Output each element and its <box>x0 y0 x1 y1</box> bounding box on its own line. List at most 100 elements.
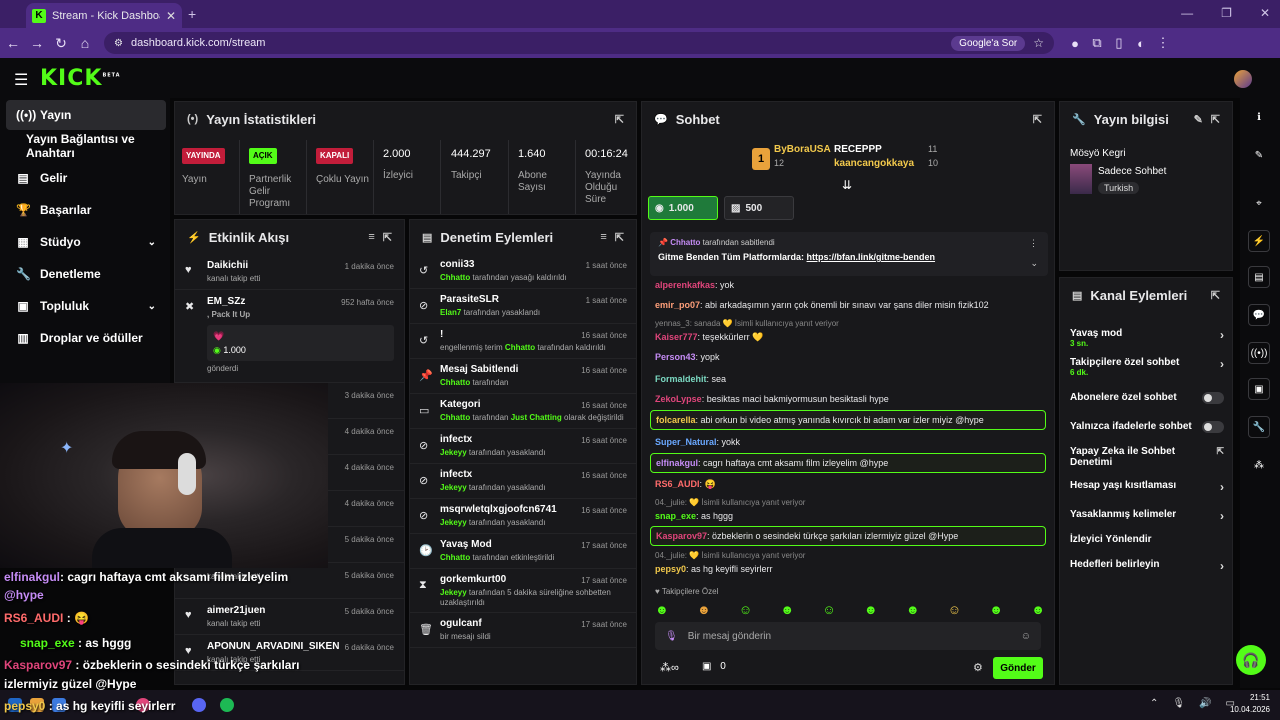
hamburger-menu-icon[interactable]: ☰ <box>14 70 28 90</box>
popout-icon[interactable]: ⇱ <box>615 113 624 126</box>
sidebar: ((•)) Yayın Yayın Bağlantısı ve Anahtarı … <box>0 98 170 388</box>
emote-icon[interactable]: ☻ <box>697 602 711 617</box>
chevron-right-icon: › <box>1220 357 1224 371</box>
menu-dots-icon[interactable]: ⋮ <box>1152 35 1174 51</box>
chevron-down-icon[interactable]: ⌄ <box>1030 258 1038 269</box>
actions-rail-icon[interactable]: ▣ <box>1248 378 1270 400</box>
info-icon[interactable]: ℹ <box>1248 106 1270 128</box>
emote-icon[interactable]: ☺ <box>822 602 835 617</box>
popout-icon[interactable]: ⇱ <box>1211 113 1220 126</box>
broadcast-rail-icon[interactable]: ((•)) <box>1248 342 1270 364</box>
spotify-taskbar-icon[interactable] <box>220 698 234 712</box>
google-search-button[interactable]: Google'a Sor <box>951 35 1026 51</box>
split-icon[interactable]: ▯ <box>1108 35 1130 51</box>
gift-pill-1000[interactable]: ◉ 1.000 <box>648 196 718 220</box>
mic-icon[interactable]: 🎙 <box>665 631 678 642</box>
back-icon[interactable]: ← <box>2 35 24 51</box>
system-clock[interactable]: 21:51 10.04.2026 <box>1230 692 1270 716</box>
chat-rail-icon[interactable]: 💬 <box>1248 304 1270 326</box>
popout-icon[interactable]: ⇱ <box>383 231 392 244</box>
minimize-icon[interactable]: — <box>1181 6 1193 20</box>
sidebar-item-stream-key[interactable]: Yayın Bağlantısı ve Anahtarı <box>6 131 166 161</box>
user-avatar[interactable] <box>1234 70 1252 88</box>
kicks-counter[interactable]: ▣ 0 <box>702 661 726 672</box>
top-gifter-1[interactable]: ByBoraUSA <box>774 144 831 155</box>
emote-icon[interactable]: ☻ <box>864 602 878 617</box>
kick-logo[interactable]: KICKBETA <box>40 66 121 91</box>
chat-panel: 💬 Sohbet ⇱ 1 ByBoraUSA 12 RECEPPP 11 kaanc… <box>641 101 1055 685</box>
chevron-up-icon[interactable]: ⌃ <box>1150 698 1158 709</box>
new-tab-icon[interactable]: + <box>188 6 196 22</box>
pinned-link[interactable]: https://bfan.link/gitme-benden <box>807 252 936 262</box>
stat-live: YAYINDA Yayın <box>182 148 242 186</box>
emote-icon[interactable]: ☻ <box>1031 602 1045 617</box>
speaker-icon[interactable]: 🔊 <box>1199 698 1211 709</box>
sidebar-item-yayin[interactable]: ((•)) Yayın <box>6 100 166 130</box>
close-window-icon[interactable]: ✕ <box>1260 6 1270 20</box>
link-icon[interactable]: ⁂∞ <box>660 661 679 674</box>
filter-icon[interactable]: ≡ <box>600 231 606 243</box>
kick-favicon-icon: K <box>32 8 46 23</box>
edit-icon[interactable]: ✎ <box>1248 144 1270 166</box>
maximize-icon[interactable]: ❐ <box>1221 6 1232 20</box>
mic-icon[interactable]: 🎙 <box>1172 698 1185 709</box>
reload-icon[interactable]: ↻ <box>50 35 72 52</box>
sidebar-item-droplar[interactable]: ▥ Droplar ve ödüller <box>6 323 166 353</box>
popout-icon[interactable]: ⇱ <box>1033 113 1042 126</box>
account-age-row[interactable]: Hesap yaşı kısıtlaması › <box>1070 480 1226 494</box>
emote-icon[interactable]: ☺ <box>948 602 961 617</box>
activity-rail-icon[interactable]: ⚡ <box>1248 230 1270 252</box>
gift-pill-500[interactable]: ▨ 500 <box>724 196 794 220</box>
filter-icon[interactable]: ≡ <box>368 231 374 243</box>
send-button[interactable]: Gönder <box>993 657 1043 679</box>
goals-row[interactable]: Hedefleri belirleyin › <box>1070 559 1226 573</box>
emote-icon[interactable]: ☻ <box>655 602 669 617</box>
expand-icon[interactable]: ⇊ <box>842 178 852 192</box>
site-info-icon[interactable]: ⚙ <box>114 38 123 49</box>
popout-icon[interactable]: ⇱ <box>615 231 624 244</box>
mod-time: 16 saat önce <box>581 331 627 340</box>
chat-message: Formaldehit: sea <box>655 374 727 384</box>
emote-only-toggle[interactable] <box>1202 421 1224 433</box>
more-options-icon[interactable]: ⋮ <box>1029 238 1038 249</box>
support-headset-icon[interactable]: 🎧 <box>1236 645 1266 675</box>
sidebar-item-studyo[interactable]: ▦ Stüdyo ⌄ <box>6 227 166 257</box>
emote-icon[interactable]: ☻ <box>780 602 794 617</box>
banned-words-row[interactable]: Yasaklanmış kelimeler › <box>1070 509 1226 523</box>
sidebar-item-gelir[interactable]: ▤ Gelir <box>6 163 166 193</box>
top-gifter-2[interactable]: RECEPPP <box>834 144 882 155</box>
category-name[interactable]: Sadece Sohbet <box>1098 166 1166 177</box>
emoji-icon[interactable]: ☺ <box>1021 631 1031 642</box>
followers-only-row[interactable]: Takipçilere özel sohbet 6 dk. › <box>1070 357 1226 377</box>
raid-row[interactable]: İzleyici Yönlendir <box>1070 534 1226 545</box>
chat-input[interactable]: 🎙 Bir mesaj gönderin ☺ <box>655 622 1041 650</box>
settings-gear-icon[interactable]: ⚙ <box>973 661 983 674</box>
slow-mode-row[interactable]: Yavaş mod 3 sn. › <box>1070 328 1226 348</box>
share-icon[interactable]: ⁂ <box>1248 454 1270 476</box>
forward-icon[interactable]: → <box>26 35 48 51</box>
sidebar-item-topluluk[interactable]: ▣ Topluluk ⌄ <box>6 291 166 321</box>
ai-moderation-row[interactable]: Yapay Zeka ile Sohbet Denetimi ⇱ <box>1070 446 1224 468</box>
edit-icon[interactable]: ✎ <box>1194 113 1203 126</box>
profile-icon[interactable]: ◐ <box>1130 36 1152 51</box>
home-icon[interactable]: ⌂ <box>74 35 96 51</box>
popout-icon[interactable]: ⇱ <box>1211 289 1220 302</box>
extension-icon[interactable]: ● <box>1064 36 1086 51</box>
bookmark-star-icon[interactable]: ☆ <box>1033 36 1044 50</box>
sidebar-item-denetleme[interactable]: 🔧 Denetleme <box>6 259 166 289</box>
subscribers-only-toggle[interactable] <box>1202 392 1224 404</box>
moderation-rail-icon[interactable]: ▤ <box>1248 266 1270 288</box>
top-gifter-3[interactable]: kaancangokkaya <box>834 158 914 169</box>
discord-taskbar-icon[interactable] <box>192 698 206 712</box>
puzzle-icon[interactable]: ⧉ <box>1086 35 1108 51</box>
close-tab-icon[interactable]: ✕ <box>166 9 176 23</box>
url-field[interactable]: ⚙ dashboard.kick.com/stream Google'a Sor… <box>104 32 1054 54</box>
emote-icon[interactable]: ☻ <box>906 602 920 617</box>
sidebar-item-basarilar[interactable]: 🏆 Başarılar <box>6 195 166 225</box>
emote-icon[interactable]: ☻ <box>989 602 1003 617</box>
wrench-rail-icon[interactable]: 🔧 <box>1248 416 1270 438</box>
emote-icon[interactable]: ☺ <box>739 602 752 617</box>
focus-icon[interactable]: ⌖ <box>1248 192 1270 214</box>
browser-tab[interactable]: K Stream - Kick Dashboard ✕ <box>26 3 182 28</box>
webcam-feed: ✦ <box>0 383 328 568</box>
